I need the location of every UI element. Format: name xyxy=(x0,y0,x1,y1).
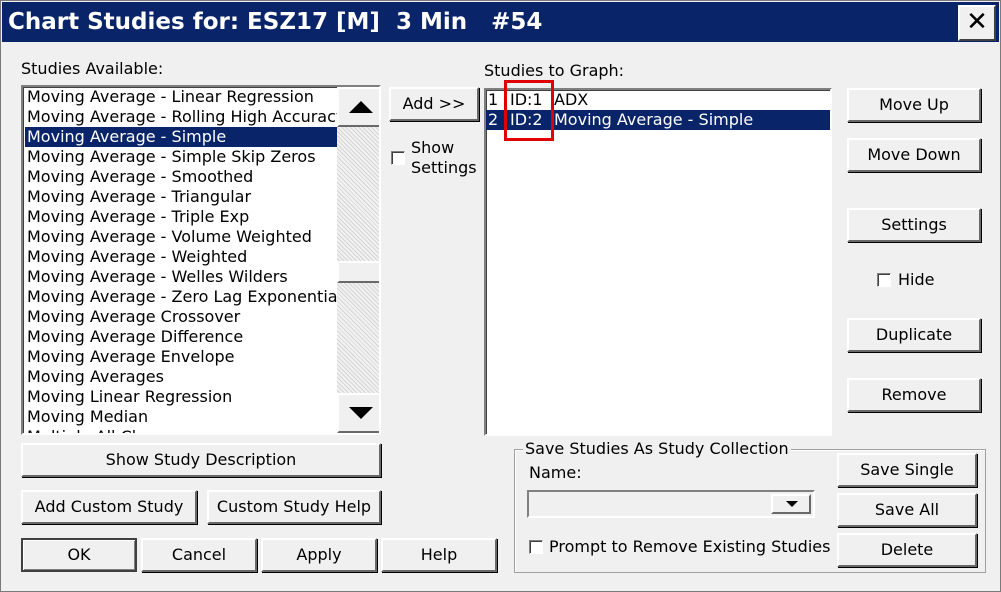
chart-studies-dialog: Chart Studies for: ESZ17 [M] 3 Min #54 ✕… xyxy=(0,0,1001,592)
move-up-button[interactable]: Move Up xyxy=(847,88,981,122)
close-icon: ✕ xyxy=(966,7,988,37)
study-available-item[interactable]: Moving Average - Volume Weighted xyxy=(25,227,337,247)
studies-available-label: Studies Available: xyxy=(21,59,164,78)
combo-dropdown-button[interactable] xyxy=(771,494,811,514)
remove-button[interactable]: Remove xyxy=(847,378,981,412)
settings-button[interactable]: Settings xyxy=(847,208,981,242)
add-study-button[interactable]: Add >> xyxy=(389,87,479,121)
study-available-item[interactable]: Moving Average - Zero Lag Exponential xyxy=(25,287,342,307)
study-available-item[interactable]: Moving Average Envelope xyxy=(25,347,337,367)
add-custom-study-button[interactable]: Add Custom Study xyxy=(21,490,197,524)
hide-checkbox[interactable] xyxy=(877,273,891,287)
show-settings-label-line1: Show xyxy=(411,138,455,157)
move-down-button[interactable]: Move Down xyxy=(847,138,981,172)
save-all-button[interactable]: Save All xyxy=(837,493,977,527)
collection-name-combo[interactable] xyxy=(527,490,815,518)
study-available-item[interactable]: Moving Average - Triangular xyxy=(25,187,337,207)
study-name: ADX xyxy=(554,90,589,109)
hide-label: Hide xyxy=(898,270,935,289)
study-available-item[interactable]: Moving Average - Simple xyxy=(25,127,337,147)
studies-to-graph-label: Studies to Graph: xyxy=(484,61,625,80)
studies-available-items: Moving Average - Linear Regression Moving… xyxy=(25,87,345,433)
study-available-item[interactable]: Moving Average - Rolling High Accuracy xyxy=(25,107,345,127)
study-available-item[interactable]: Moving Average - Linear Regression xyxy=(25,87,337,107)
window-title: Chart Studies for: ESZ17 [M] 3 Min #54 xyxy=(8,9,543,35)
study-available-item[interactable]: Moving Linear Regression xyxy=(25,387,337,407)
prompt-remove-label: Prompt to Remove Existing Studies xyxy=(549,537,831,556)
scroll-thumb[interactable] xyxy=(337,261,379,283)
study-name: Moving Average - Simple xyxy=(554,110,754,129)
custom-study-help-button[interactable]: Custom Study Help xyxy=(207,490,381,524)
study-number: 1 xyxy=(488,90,499,109)
study-available-item[interactable]: Moving Averages xyxy=(25,367,337,387)
studies-available-scrollbar[interactable] xyxy=(337,87,379,433)
cancel-button[interactable]: Cancel xyxy=(141,538,257,572)
study-available-item[interactable]: Multiple All Ch... xyxy=(25,427,337,433)
collection-name-label: Name: xyxy=(529,463,582,482)
study-number: 2 xyxy=(488,110,499,129)
study-available-item[interactable]: Moving Average - Welles Wilders xyxy=(25,267,337,287)
study-available-item[interactable]: Moving Average - Smoothed xyxy=(25,167,337,187)
study-available-item[interactable]: Moving Average - Weighted xyxy=(25,247,337,267)
study-available-item[interactable]: Moving Average - Triple Exp xyxy=(25,207,337,227)
study-available-item[interactable]: Moving Average Difference xyxy=(25,327,337,347)
chevron-down-icon xyxy=(786,501,798,507)
title-bar[interactable]: Chart Studies for: ESZ17 [M] 3 Min #54 ✕ xyxy=(2,2,999,42)
studies-available-list[interactable]: Moving Average - Linear Regression Moving… xyxy=(21,85,381,435)
arrow-down-icon xyxy=(349,407,373,419)
close-button[interactable]: ✕ xyxy=(958,5,996,41)
save-collection-title: Save Studies As Study Collection xyxy=(523,439,791,459)
id-column-highlight xyxy=(504,80,554,141)
help-button[interactable]: Help xyxy=(381,538,497,572)
apply-button[interactable]: Apply xyxy=(261,538,377,572)
delete-button[interactable]: Delete xyxy=(837,533,977,567)
study-available-item[interactable]: Moving Median xyxy=(25,407,337,427)
study-available-item[interactable]: Moving Average Crossover xyxy=(25,307,337,327)
duplicate-button[interactable]: Duplicate xyxy=(847,318,981,352)
save-single-button[interactable]: Save Single xyxy=(837,453,977,487)
scroll-up-button[interactable] xyxy=(337,87,379,127)
scroll-down-button[interactable] xyxy=(337,393,379,433)
show-settings-checkbox[interactable] xyxy=(391,151,405,165)
ok-button[interactable]: OK xyxy=(21,538,137,572)
study-available-item[interactable]: Moving Average - Simple Skip Zeros xyxy=(25,147,337,167)
prompt-remove-checkbox[interactable] xyxy=(529,540,543,554)
show-study-description-button[interactable]: Show Study Description xyxy=(21,443,381,477)
arrow-up-icon xyxy=(349,101,373,113)
show-settings-label-line2: Settings xyxy=(411,158,477,177)
